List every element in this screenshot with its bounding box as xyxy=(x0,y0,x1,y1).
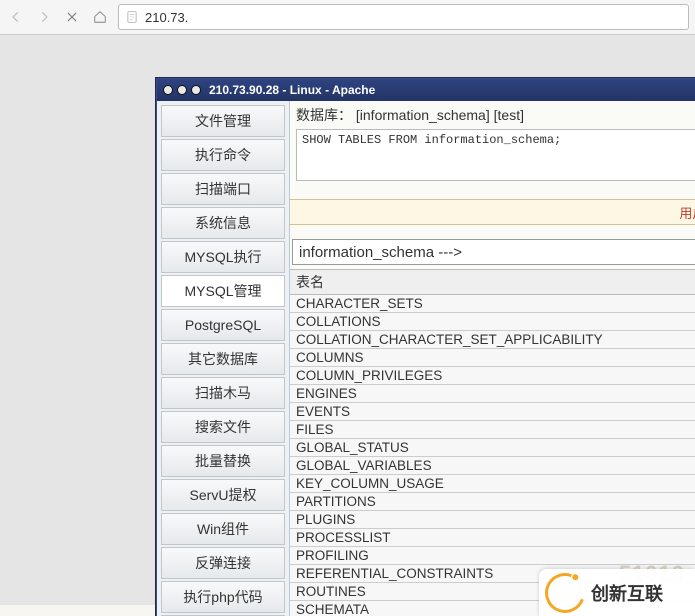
tables-list: 表名 CHARACTER_SETS COLLATIONS COLLATION_C… xyxy=(290,269,695,616)
db-label: 数据库： xyxy=(296,107,352,123)
table-row[interactable]: COLUMN_PRIVILEGES xyxy=(290,367,695,385)
table-row[interactable]: COLUMNS xyxy=(290,349,695,367)
table-row[interactable]: CHARACTER_SETS xyxy=(290,295,695,313)
db-link-information-schema[interactable]: [information_schema] xyxy=(356,107,490,123)
url-bar[interactable]: 210.73. xyxy=(118,4,689,30)
sidebar: 文件管理 执行命令 扫描端口 系统信息 MYSQL执行 MYSQL管理 Post… xyxy=(157,101,290,616)
table-row[interactable]: GLOBAL_STATUS xyxy=(290,439,695,457)
sidebar-item-search-files[interactable]: 搜索文件 xyxy=(161,411,285,443)
home-icon xyxy=(93,10,107,24)
user-info-strip: 用户: xyxy=(290,199,695,225)
schema-select-row: information_schema ---> xyxy=(290,237,695,267)
window-title: 210.73.90.28 - Linux - Apache xyxy=(209,83,375,97)
sidebar-item-servu[interactable]: ServU提权 xyxy=(161,479,285,511)
table-row[interactable]: EVENTS xyxy=(290,403,695,421)
sidebar-item-other-db[interactable]: 其它数据库 xyxy=(161,343,285,375)
db-link-test[interactable]: [test] xyxy=(494,107,524,123)
table-row[interactable]: PARTITIONS xyxy=(290,493,695,511)
app-window: 210.73.90.28 - Linux - Apache 文件管理 执行命令 … xyxy=(156,78,695,616)
window-max-icon[interactable] xyxy=(191,85,201,95)
sidebar-item-postgresql[interactable]: PostgreSQL xyxy=(161,309,285,341)
table-row[interactable]: ENGINES xyxy=(290,385,695,403)
page-viewport: 210.73.90.28 - Linux - Apache 文件管理 执行命令 … xyxy=(0,35,695,616)
sidebar-item-file-manager[interactable]: 文件管理 xyxy=(161,105,285,137)
logo-text: 创新互联 xyxy=(591,580,663,606)
sidebar-item-scan-port[interactable]: 扫描端口 xyxy=(161,173,285,205)
schema-select-value: information_schema ---> xyxy=(299,244,462,261)
stop-button[interactable] xyxy=(62,7,82,27)
sidebar-item-scan-trojan[interactable]: 扫描木马 xyxy=(161,377,285,409)
sidebar-item-sys-info[interactable]: 系统信息 xyxy=(161,207,285,239)
user-label: 用户: xyxy=(679,203,695,222)
sidebar-item-mysql-exec[interactable]: MYSQL执行 xyxy=(161,241,285,273)
table-row[interactable]: FILES xyxy=(290,421,695,439)
logo-badge: 创新互联 xyxy=(539,569,695,616)
window-close-icon[interactable] xyxy=(163,85,173,95)
sidebar-item-exec-php[interactable]: 执行php代码 xyxy=(161,581,285,613)
schema-select[interactable]: information_schema ---> xyxy=(292,239,695,265)
table-row[interactable]: PROFILING xyxy=(290,547,695,565)
forward-button[interactable] xyxy=(34,7,54,27)
sidebar-item-win-comp[interactable]: Win组件 xyxy=(161,513,285,545)
table-row[interactable]: KEY_COLUMN_USAGE xyxy=(290,475,695,493)
browser-toolbar: 210.73. xyxy=(0,0,695,35)
table-row[interactable]: GLOBAL_VARIABLES xyxy=(290,457,695,475)
titlebar[interactable]: 210.73.90.28 - Linux - Apache xyxy=(157,79,695,101)
logo-icon xyxy=(538,566,591,616)
tables-header: 表名 xyxy=(290,270,695,295)
sidebar-item-reverse-conn[interactable]: 反弹连接 xyxy=(161,547,285,579)
window-min-icon[interactable] xyxy=(177,85,187,95)
table-row[interactable]: COLLATION_CHARACTER_SET_APPLICABILITY xyxy=(290,331,695,349)
sidebar-item-mysql-manage[interactable]: MYSQL管理 xyxy=(161,275,285,307)
home-button[interactable] xyxy=(90,7,110,27)
close-icon xyxy=(65,10,79,24)
db-list-row: 数据库： [information_schema] [test] xyxy=(290,101,695,127)
table-row[interactable]: COLLATIONS xyxy=(290,313,695,331)
table-row[interactable]: PLUGINS xyxy=(290,511,695,529)
arrow-left-icon xyxy=(9,10,23,24)
arrow-right-icon xyxy=(37,10,51,24)
table-row[interactable]: PROCESSLIST xyxy=(290,529,695,547)
sql-textarea[interactable]: SHOW TABLES FROM information_schema; xyxy=(296,129,695,181)
content-pane: 数据库： [information_schema] [test] SHOW TA… xyxy=(290,101,695,616)
url-text: 210.73. xyxy=(145,10,188,25)
sidebar-item-batch-replace[interactable]: 批量替换 xyxy=(161,445,285,477)
page-icon xyxy=(125,10,139,24)
sidebar-item-exec-cmd[interactable]: 执行命令 xyxy=(161,139,285,171)
back-button[interactable] xyxy=(6,7,26,27)
